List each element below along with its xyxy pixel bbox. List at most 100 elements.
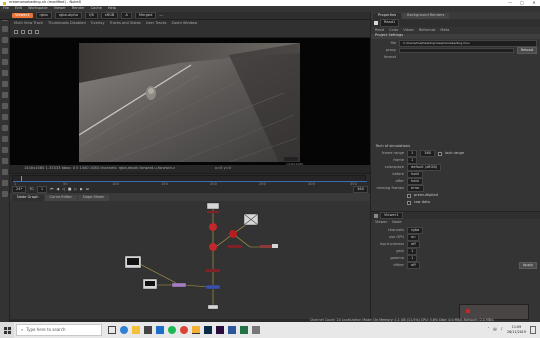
menu-viewer[interactable]: Viewer [54, 7, 66, 11]
zoom-window-toggle[interactable]: Zoom Window [172, 21, 198, 26]
menu-file[interactable]: File [3, 7, 9, 11]
node-graph[interactable] [10, 201, 370, 319]
transform-tools-icon[interactable] [2, 103, 8, 109]
spotify-icon[interactable] [168, 326, 176, 334]
edge-icon[interactable] [120, 326, 128, 334]
node-name-field[interactable]: Read1 [380, 19, 400, 27]
chrome-icon[interactable] [180, 326, 188, 334]
tab-viewer-props[interactable]: Viewer [375, 220, 387, 224]
tab-color[interactable]: Color [389, 28, 398, 32]
menu-workspace[interactable]: Workspace [28, 7, 48, 11]
node-color-icon[interactable] [374, 21, 378, 25]
menu-render[interactable]: Render [72, 7, 85, 11]
node-merge[interactable] [205, 284, 221, 290]
time-tools-icon[interactable] [2, 37, 8, 43]
particles-tools-icon[interactable] [2, 125, 8, 131]
node-read3[interactable] [142, 278, 158, 290]
close-button[interactable]: ✕ [528, 1, 540, 5]
channel-select[interactable]: rgba.alpha [54, 11, 82, 20]
tab-reformat[interactable]: Reformat [419, 28, 436, 32]
missing-frames-dropdown[interactable]: error [407, 184, 424, 193]
premultiplied-checkbox[interactable] [407, 193, 411, 198]
other-tools-icon[interactable] [2, 180, 8, 186]
proxy-field[interactable] [399, 48, 514, 53]
apply-button[interactable]: Apply [518, 261, 537, 270]
viewer-option-4-checkbox[interactable] [35, 29, 39, 34]
viewer-option-1-checkbox[interactable] [14, 29, 18, 34]
task-view-icon[interactable] [108, 326, 116, 334]
word-icon[interactable] [228, 326, 236, 334]
timeline-track[interactable] [12, 175, 367, 182]
node-write[interactable] [207, 304, 219, 310]
keyer-tools-icon[interactable] [2, 81, 8, 87]
lock-range-checkbox[interactable] [438, 151, 443, 156]
next-frame-icon[interactable]: ▶ [80, 187, 83, 192]
tab-viewer[interactable]: Viewer1 [12, 12, 33, 19]
furnace-tools-icon[interactable] [2, 191, 8, 197]
thumbnails-toggle[interactable]: Thumbnails Disabled [48, 21, 86, 26]
mail-icon[interactable] [156, 326, 164, 334]
metadata-tools-icon[interactable] [2, 158, 8, 164]
clock[interactable]: 11:09 26/11/2019 [507, 325, 526, 334]
nuke-icon[interactable] [192, 326, 200, 334]
raw-data-checkbox[interactable] [407, 200, 411, 205]
tab-properties[interactable]: Properties [373, 13, 402, 19]
node-card1[interactable] [243, 213, 259, 226]
node-transform[interactable] [171, 282, 187, 288]
input-a-select[interactable]: A [121, 11, 132, 20]
timeline[interactable]: 1 50 100 150 200 250 300 350 24* TC 1 ⏮ … [10, 173, 370, 194]
channel-tools-icon[interactable] [2, 48, 8, 54]
layer-select[interactable]: rgba [35, 11, 52, 20]
3d-tools-icon[interactable] [2, 114, 8, 120]
last-frame-icon[interactable]: ⏭ [86, 187, 89, 192]
views-tools-icon[interactable] [2, 147, 8, 153]
node-graph-canvas[interactable] [10, 201, 370, 319]
tray-chevron-icon[interactable]: ˄ [487, 328, 489, 332]
play-forward-icon[interactable]: ▷ [74, 187, 77, 192]
toolsets-icon[interactable] [2, 169, 8, 175]
excel-icon[interactable] [240, 326, 248, 334]
viewer-option-2-checkbox[interactable] [21, 29, 25, 34]
search-box[interactable]: ⌕ Type here to search [16, 324, 102, 336]
node-camera-tracker[interactable] [206, 223, 278, 272]
app-icon[interactable] [252, 326, 260, 334]
menu-cache[interactable]: Cache [91, 7, 102, 11]
viewer-option-3-checkbox[interactable] [28, 29, 32, 34]
gain-field[interactable]: f/8 [85, 11, 98, 20]
tc-toggle[interactable]: TC [29, 187, 34, 192]
multi-view-track-toggle[interactable]: Multi View Track [14, 21, 43, 26]
colorspace-select[interactable]: sRGB [100, 11, 119, 20]
viewer-image[interactable] [79, 43, 300, 162]
deep-tools-icon[interactable] [2, 136, 8, 142]
draw-tools-icon[interactable] [2, 26, 8, 32]
viewer-node-name[interactable]: Viewer1 [380, 211, 403, 220]
maximize-button[interactable]: □ [516, 1, 528, 5]
menu-help[interactable]: Help [108, 7, 116, 11]
reload-button[interactable]: Reload [516, 46, 537, 55]
menu-edit[interactable]: Edit [15, 7, 22, 11]
node-read2[interactable] [124, 255, 142, 269]
input-b-select[interactable]: Merged [134, 11, 157, 20]
explorer-icon[interactable] [132, 326, 140, 334]
photoshop-icon[interactable] [204, 326, 212, 334]
node-read1[interactable] [206, 202, 220, 213]
color-tools-icon[interactable] [2, 59, 8, 65]
filter-tools-icon[interactable] [2, 70, 8, 76]
network-icon[interactable]: ▤ [493, 328, 496, 332]
stop-icon[interactable]: ■ [68, 187, 71, 192]
viewer-node-icon[interactable] [374, 213, 378, 218]
notifications-icon[interactable] [530, 326, 536, 334]
tab-node-props[interactable]: Node [392, 220, 401, 224]
frame-range-end[interactable]: 360 [420, 149, 436, 158]
tab-background-renders[interactable]: Background Renders [402, 13, 450, 19]
overlay-toggle[interactable]: Overlay [91, 21, 105, 26]
tab-read[interactable]: Read [375, 28, 384, 32]
field-value[interactable]: off [407, 261, 420, 270]
volume-icon[interactable]: ♪ [501, 328, 503, 332]
store-icon[interactable] [144, 326, 152, 334]
user-tracks-toggle[interactable]: User Tracks [146, 21, 167, 26]
prev-frame-icon[interactable]: ◀ [56, 187, 59, 192]
tracks-slates-toggle[interactable]: Tracks and Slates [110, 21, 141, 26]
minimize-button[interactable]: — [504, 1, 516, 5]
blend-mode[interactable]: — [159, 13, 163, 18]
